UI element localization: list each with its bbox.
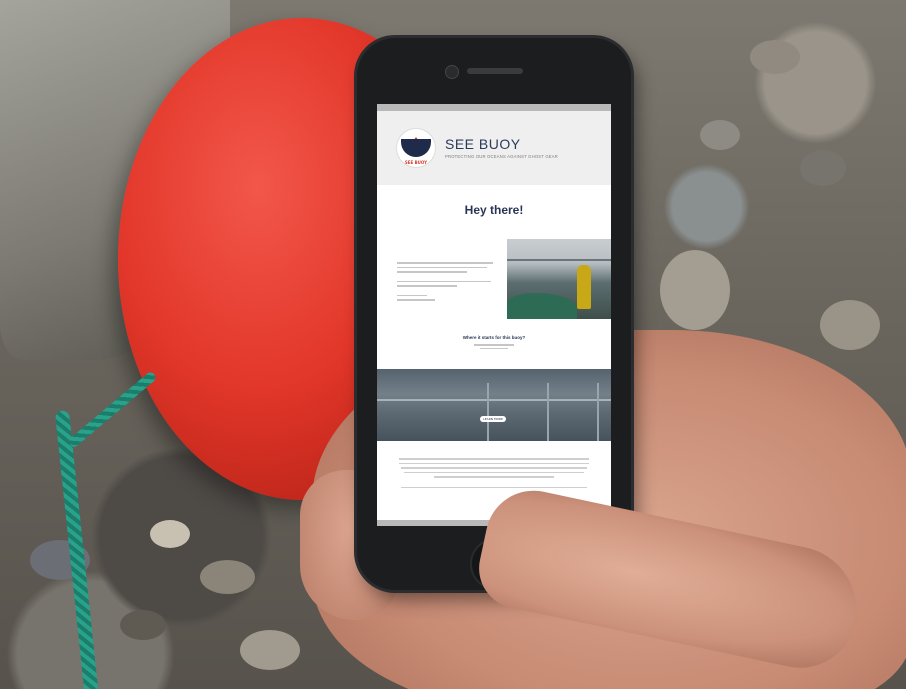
text-line xyxy=(397,280,491,282)
pebble xyxy=(700,120,740,150)
text-line xyxy=(399,462,589,464)
text-line xyxy=(401,467,587,469)
text-line xyxy=(397,299,435,301)
logo-text: SEE BUOY xyxy=(404,160,428,165)
logo-wave xyxy=(401,139,431,157)
front-camera-icon xyxy=(445,65,459,79)
pebble xyxy=(800,150,846,186)
intro-text-block xyxy=(397,239,493,319)
phone-screen: SEE BUOY SEE BUOY PROTECTING OUR OCEANS … xyxy=(377,104,611,526)
text-line xyxy=(397,285,457,287)
railing-post xyxy=(597,383,599,441)
question-section: Where it starts for this buoy? xyxy=(377,335,611,349)
section-question: Where it starts for this buoy? xyxy=(462,335,526,340)
fisherman-figure xyxy=(577,265,591,309)
fishing-net xyxy=(507,293,577,319)
text-line xyxy=(480,347,508,349)
railing-post xyxy=(547,383,549,441)
railing-post xyxy=(487,383,489,441)
pebble xyxy=(750,40,800,74)
railing-bar xyxy=(377,399,611,401)
pebble xyxy=(660,250,730,330)
text-line xyxy=(474,344,514,346)
ocean-banner: LEARN MORE xyxy=(377,369,611,441)
text-line xyxy=(399,458,589,460)
email-header: SEE BUOY SEE BUOY PROTECTING OUR OCEANS … xyxy=(377,111,611,185)
text-line xyxy=(397,294,427,296)
pebble xyxy=(240,630,300,670)
fishing-boat-photo xyxy=(507,239,611,319)
pebble xyxy=(120,610,166,640)
text-line xyxy=(434,476,554,478)
see-buoy-logo: SEE BUOY xyxy=(397,129,435,167)
text-line xyxy=(401,486,587,488)
learn-more-button[interactable]: LEARN MORE xyxy=(480,416,506,422)
greeting-heading: Hey there! xyxy=(464,203,524,217)
text-line xyxy=(397,262,493,264)
text-line xyxy=(397,266,487,268)
email-top-bar xyxy=(377,104,611,111)
earpiece-speaker xyxy=(467,68,523,74)
pebble xyxy=(820,300,880,350)
pebble xyxy=(200,560,255,594)
brand-tagline: PROTECTING OUR OCEANS AGAINST GHOST GEAR xyxy=(445,154,559,159)
green-rope xyxy=(66,370,158,449)
body-text xyxy=(377,441,611,488)
text-line xyxy=(397,271,467,273)
boat-rail xyxy=(507,259,611,261)
intro-section xyxy=(377,239,611,319)
text-line xyxy=(404,471,584,473)
pebble xyxy=(150,520,190,548)
brand-name: SEE BUOY xyxy=(445,136,521,152)
